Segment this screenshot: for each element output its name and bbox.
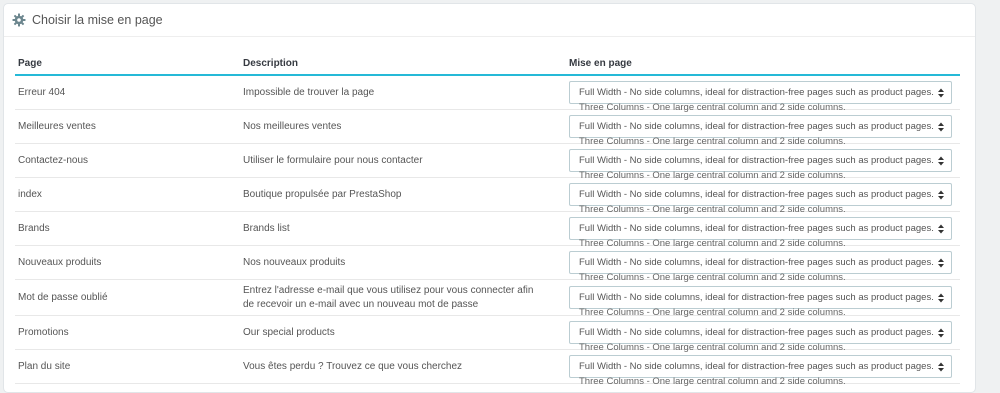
table-row: index Boutique propulsée par PrestaShop … bbox=[15, 177, 960, 215]
description-cell: Nos nouveaux produits bbox=[240, 245, 566, 280]
page-name: index bbox=[18, 188, 42, 200]
gear-icon bbox=[12, 13, 26, 27]
description-cell: Brands list bbox=[240, 211, 566, 246]
page-description: Utiliser le formulaire pour nous contact… bbox=[243, 154, 423, 166]
layout-option-three-columns: Three Columns - One large central column… bbox=[579, 170, 846, 181]
layout-cell: Full Width - No side columns, ideal for … bbox=[566, 211, 960, 249]
layout-option-three-columns: Three Columns - One large central column… bbox=[579, 376, 846, 387]
table-row: Brands Brands list Full Width - No side … bbox=[15, 211, 960, 249]
layout-option-full-width: Full Width - No side columns, ideal for … bbox=[579, 189, 934, 200]
table-row: Erreur 404 Impossible de trouver la page… bbox=[15, 75, 960, 113]
page-description: Nos nouveaux produits bbox=[243, 256, 346, 268]
panel-title: Choisir la mise en page bbox=[32, 13, 163, 27]
column-header-description: Description bbox=[240, 52, 566, 76]
select-caret-icon bbox=[937, 327, 945, 339]
description-cell: Entrez l'adresse e-mail que vous utilise… bbox=[240, 279, 566, 316]
page-description: Impossible de trouver la page bbox=[243, 86, 375, 98]
layout-select[interactable]: Full Width - No side columns, ideal for … bbox=[569, 355, 952, 387]
page-name: Erreur 404 bbox=[18, 86, 66, 98]
layout-cell: Full Width - No side columns, ideal for … bbox=[566, 75, 960, 113]
page-description: Nos meilleures ventes bbox=[243, 120, 342, 132]
layout-select[interactable]: Full Width - No side columns, ideal for … bbox=[569, 217, 952, 249]
layout-option-full-width: Full Width - No side columns, ideal for … bbox=[579, 121, 934, 132]
page-name: Nouveaux produits bbox=[18, 256, 102, 268]
page-name-cell: Mot de passe oublié bbox=[15, 279, 240, 316]
page-name-cell: Nouveaux produits bbox=[15, 245, 240, 280]
page-name: Brands bbox=[18, 222, 50, 234]
layout-option-three-columns: Three Columns - One large central column… bbox=[579, 204, 846, 215]
layout-select[interactable]: Full Width - No side columns, ideal for … bbox=[569, 286, 952, 318]
layout-select[interactable]: Full Width - No side columns, ideal for … bbox=[569, 251, 952, 283]
layout-option-three-columns: Three Columns - One large central column… bbox=[579, 102, 846, 113]
table-row: Nouveaux produits Nos nouveaux produits … bbox=[15, 245, 960, 283]
page-description: Our special products bbox=[243, 326, 335, 338]
page-name: Mot de passe oublié bbox=[18, 291, 108, 303]
layout-option-full-width: Full Width - No side columns, ideal for … bbox=[579, 327, 934, 338]
page-name-cell: Erreur 404 bbox=[15, 75, 240, 110]
description-cell: Vous êtes perdu ? Trouvez ce que vous ch… bbox=[240, 349, 566, 384]
layout-option-full-width: Full Width - No side columns, ideal for … bbox=[579, 87, 934, 98]
select-caret-icon bbox=[937, 121, 945, 133]
layout-cell: Full Width - No side columns, ideal for … bbox=[566, 143, 960, 181]
page-layout-table: Page Description Mise en page Erreur 404… bbox=[15, 52, 960, 387]
layout-select[interactable]: Full Width - No side columns, ideal for … bbox=[569, 115, 952, 147]
page-name: Meilleures ventes bbox=[18, 120, 96, 132]
select-caret-icon bbox=[937, 155, 945, 167]
select-caret-icon bbox=[937, 223, 945, 235]
layout-select[interactable]: Full Width - No side columns, ideal for … bbox=[569, 149, 952, 181]
layout-option-full-width: Full Width - No side columns, ideal for … bbox=[579, 155, 934, 166]
column-header-page: Page bbox=[15, 52, 240, 76]
description-cell: Utiliser le formulaire pour nous contact… bbox=[240, 143, 566, 178]
column-header-layout: Mise en page bbox=[566, 52, 960, 76]
page-name-cell: Meilleures ventes bbox=[15, 109, 240, 144]
layout-option-full-width: Full Width - No side columns, ideal for … bbox=[579, 292, 934, 303]
layout-cell: Full Width - No side columns, ideal for … bbox=[566, 109, 960, 147]
page-description: Entrez l'adresse e-mail que vous utilise… bbox=[243, 284, 534, 310]
page-name-cell: Contactez-nous bbox=[15, 143, 240, 178]
table-header-row: Page Description Mise en page bbox=[15, 52, 960, 76]
layout-cell: Full Width - No side columns, ideal for … bbox=[566, 315, 960, 353]
page-description: Brands list bbox=[243, 222, 290, 234]
layout-option-full-width: Full Width - No side columns, ideal for … bbox=[579, 223, 934, 234]
layout-cell: Full Width - No side columns, ideal for … bbox=[566, 349, 960, 387]
page-name: Plan du site bbox=[18, 360, 71, 372]
table-row: Contactez-nous Utiliser le formulaire po… bbox=[15, 143, 960, 181]
table-row: Meilleures ventes Nos meilleures ventes … bbox=[15, 109, 960, 147]
page-name: Contactez-nous bbox=[18, 154, 89, 166]
page-name: Promotions bbox=[18, 326, 69, 338]
page-name-cell: index bbox=[15, 177, 240, 212]
layout-cell: Full Width - No side columns, ideal for … bbox=[566, 245, 960, 283]
page-name-cell: Promotions bbox=[15, 315, 240, 350]
table-row: Plan du site Vous êtes perdu ? Trouvez c… bbox=[15, 349, 960, 387]
layout-cell: Full Width - No side columns, ideal for … bbox=[566, 177, 960, 215]
panel-heading: Choisir la mise en page bbox=[4, 4, 975, 37]
page-name-cell: Plan du site bbox=[15, 349, 240, 384]
page-description: Vous êtes perdu ? Trouvez ce que vous ch… bbox=[243, 360, 463, 372]
page-description: Boutique propulsée par PrestaShop bbox=[243, 188, 402, 200]
layout-select[interactable]: Full Width - No side columns, ideal for … bbox=[569, 321, 952, 353]
description-cell: Impossible de trouver la page bbox=[240, 75, 566, 110]
select-caret-icon bbox=[937, 361, 945, 373]
description-cell: Boutique propulsée par PrestaShop bbox=[240, 177, 566, 212]
layout-select[interactable]: Full Width - No side columns, ideal for … bbox=[569, 81, 952, 113]
layout-option-three-columns: Three Columns - One large central column… bbox=[579, 342, 846, 353]
select-caret-icon bbox=[937, 87, 945, 99]
description-cell: Nos meilleures ventes bbox=[240, 109, 566, 144]
page-name-cell: Brands bbox=[15, 211, 240, 246]
layout-option-full-width: Full Width - No side columns, ideal for … bbox=[579, 361, 934, 372]
select-caret-icon bbox=[937, 292, 945, 304]
table-row: Promotions Our special products Full Wid… bbox=[15, 315, 960, 353]
select-caret-icon bbox=[937, 257, 945, 269]
description-cell: Our special products bbox=[240, 315, 566, 350]
layout-option-three-columns: Three Columns - One large central column… bbox=[579, 272, 846, 283]
layout-option-three-columns: Three Columns - One large central column… bbox=[579, 307, 846, 318]
layout-select[interactable]: Full Width - No side columns, ideal for … bbox=[569, 183, 952, 215]
layout-option-three-columns: Three Columns - One large central column… bbox=[579, 238, 846, 249]
layout-option-full-width: Full Width - No side columns, ideal for … bbox=[579, 257, 934, 268]
select-caret-icon bbox=[937, 189, 945, 201]
layout-option-three-columns: Three Columns - One large central column… bbox=[579, 136, 846, 147]
